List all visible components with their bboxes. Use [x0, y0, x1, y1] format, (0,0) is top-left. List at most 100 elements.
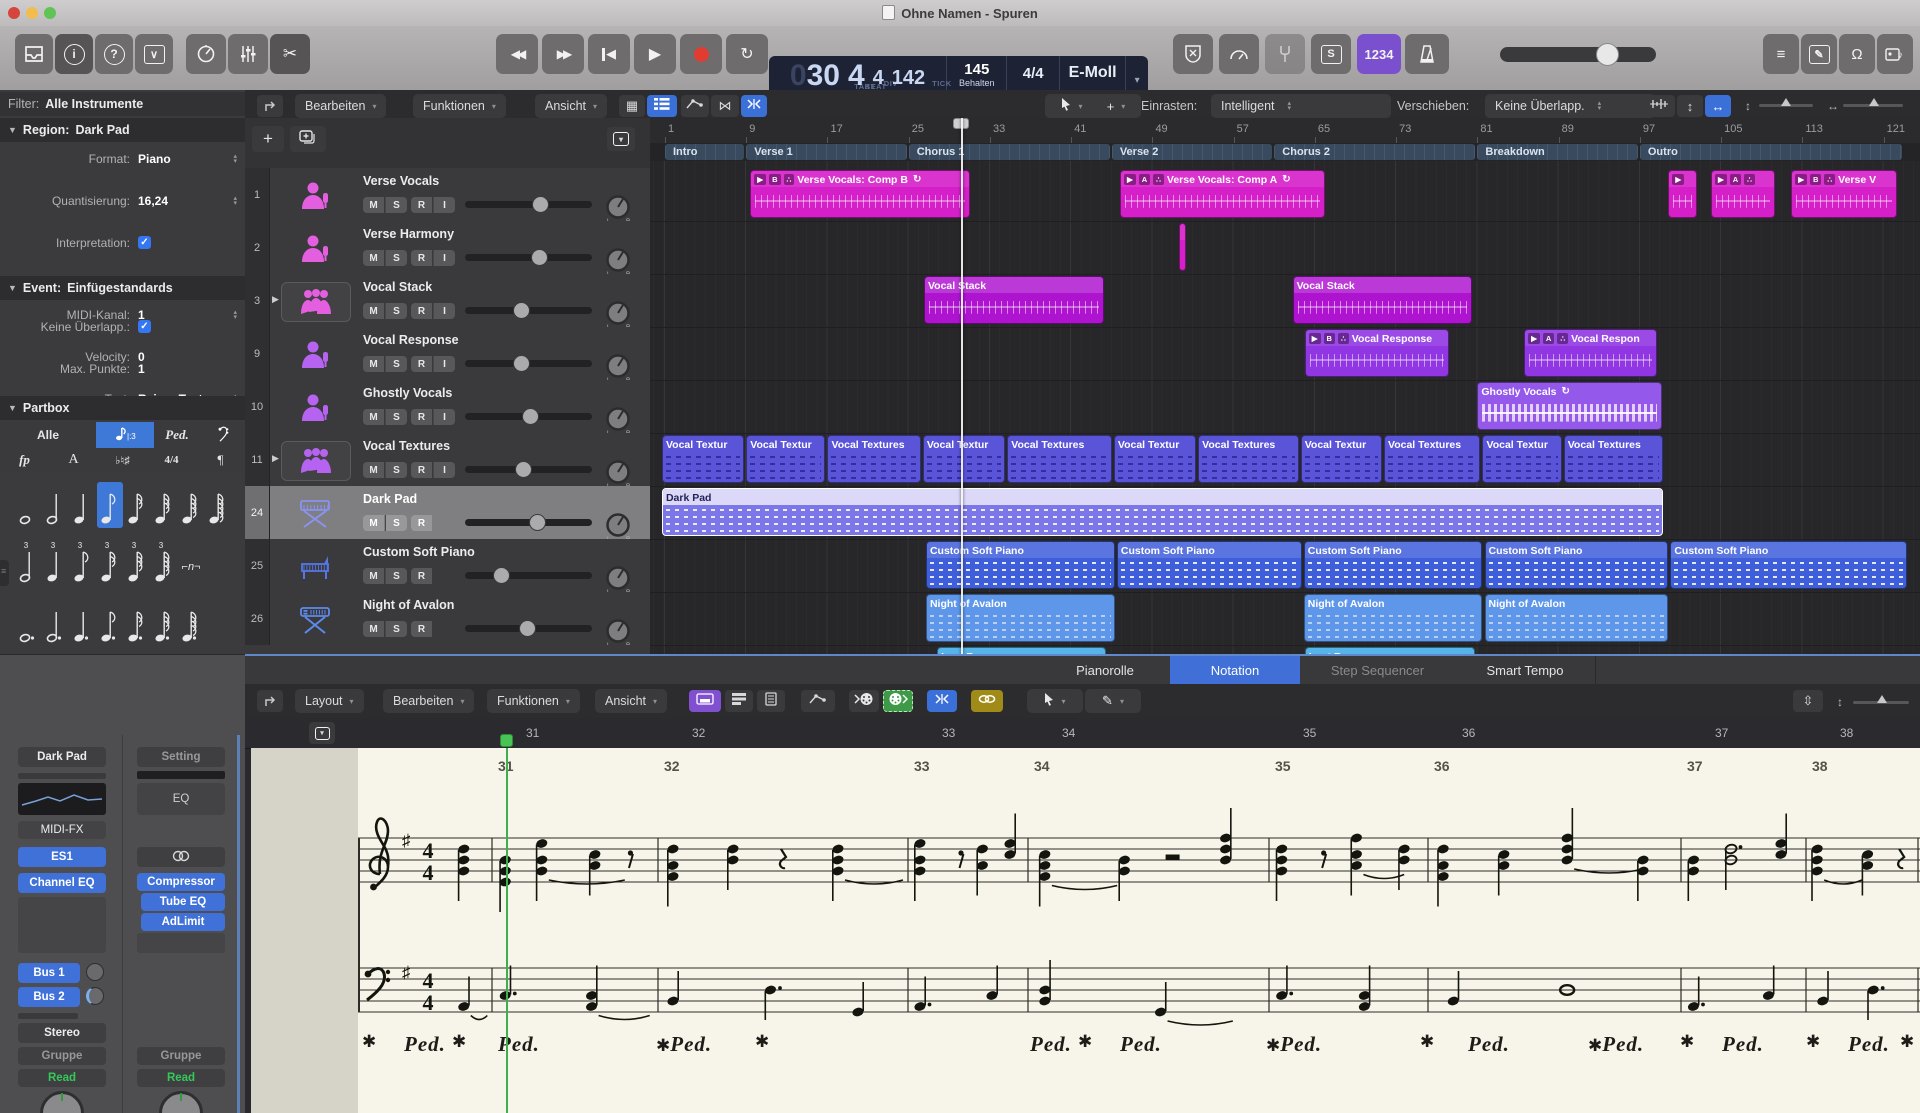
duplicate-track-button[interactable] [290, 126, 326, 152]
track-volume-slider[interactable] [465, 572, 592, 579]
track-r-button[interactable]: R [411, 568, 432, 584]
track-r-button[interactable]: R [411, 515, 432, 531]
marker-chorus-2[interactable]: Chorus 2 [1274, 144, 1475, 160]
track-s-button[interactable]: S [385, 356, 407, 372]
go-to-beginning-button[interactable]: ◀ [588, 34, 630, 74]
track-header-25[interactable]: 25Custom Soft PianoMSRLR [245, 539, 650, 593]
region-vocal-textures[interactable]: Vocal Textures [1564, 435, 1664, 483]
panel-resize-grip[interactable] [0, 560, 9, 586]
strip2-fx1[interactable]: Compressor [137, 873, 225, 891]
horizontal-zoom-knob[interactable] [1869, 98, 1879, 106]
partbox-note-cell[interactable]: ⌐n¬ [178, 540, 204, 586]
strip2-eq-slot[interactable]: EQ [137, 783, 225, 815]
solo-button[interactable]: S [1311, 34, 1351, 74]
editor-menu-funktionen[interactable]: Funktionen▾ [487, 689, 580, 713]
inspector-row[interactable]: MIDI-Kanal:1▴▾ [0, 304, 245, 325]
replace-button[interactable] [1173, 34, 1213, 74]
track-volume-slider[interactable] [465, 307, 592, 314]
partbox-note-cell[interactable] [124, 600, 150, 646]
track-name[interactable]: Night of Avalon [363, 598, 454, 612]
metronome-button[interactable] [1405, 34, 1449, 74]
track-s-button[interactable]: S [385, 621, 407, 637]
partbox-tab-accidentals[interactable]: ♭♮♯ [98, 448, 148, 472]
track-name[interactable]: Dark Pad [363, 492, 417, 506]
track-m-button[interactable]: M [363, 568, 384, 584]
strip2-fx2[interactable]: Tube EQ [141, 893, 225, 911]
row-value[interactable]: 16,24 [138, 194, 168, 208]
marker-intro[interactable]: Intro [665, 144, 744, 160]
performance-meter-button[interactable] [1219, 34, 1259, 74]
track-header-11[interactable]: 11▶Vocal TexturesMSRILR [245, 433, 650, 487]
track-volume-knob[interactable] [522, 408, 539, 425]
track-pan-knob[interactable]: LR [603, 406, 633, 436]
notation-score[interactable]: ♯♯4444 3132333435363738 ✱Ped.✱Ped.✱Ped.✱… [358, 748, 1920, 1113]
partbox-section-header[interactable]: ▼Partbox [0, 396, 261, 420]
track-header-26[interactable]: 26Night of AvalonMSRLR [245, 592, 650, 646]
secondary-tool-menu[interactable]: +▾ [1091, 94, 1141, 118]
partbox-note-cell[interactable] [205, 482, 231, 528]
track-i-button[interactable]: I [433, 303, 455, 319]
track-volume-knob[interactable] [519, 620, 536, 637]
track-volume-knob[interactable] [513, 355, 530, 372]
region-custom-soft-piano[interactable]: Custom Soft Piano [1304, 541, 1483, 589]
partbox-tab-text[interactable]: A [49, 448, 99, 472]
add-track-button[interactable]: + [252, 126, 284, 152]
strip2-format-button[interactable] [137, 847, 225, 867]
track-m-button[interactable]: M [363, 250, 384, 266]
region-badge[interactable]: ▶ [1309, 333, 1321, 344]
editor-automation-button[interactable] [801, 690, 835, 712]
track-volume-slider[interactable] [465, 519, 592, 526]
notation-inspector-button[interactable]: ▾ [309, 722, 335, 744]
track-s-button[interactable]: S [385, 303, 407, 319]
track-pan-knob[interactable]: LR [603, 194, 633, 224]
partbox-note-cell[interactable] [97, 600, 123, 646]
track-pan-knob[interactable]: LR [603, 300, 633, 330]
region-badge[interactable]: B [769, 174, 780, 185]
media-browser-button[interactable]: ♪ [1877, 34, 1913, 74]
region-custom-soft-piano[interactable]: Custom Soft Piano [926, 541, 1115, 589]
event-section-header[interactable]: ▼Event:Einfügestandards [0, 276, 261, 300]
menu-funktionen[interactable]: Funktionen▾ [413, 94, 506, 118]
track-m-button[interactable]: M [363, 621, 384, 637]
filter-row[interactable]: Filter:Alle Instrumente [0, 92, 261, 116]
region-badge[interactable]: ∴ [1153, 174, 1164, 185]
partbox-note-cell[interactable] [151, 600, 177, 646]
track-m-button[interactable]: M [363, 303, 384, 319]
track-i-button[interactable]: I [433, 250, 455, 266]
region-vocal-response[interactable]: ▶B∴Vocal Response [1305, 329, 1449, 377]
strip2-pan-knob[interactable] [159, 1091, 203, 1113]
track-name[interactable]: Custom Soft Piano [363, 545, 475, 559]
track-pan-knob[interactable]: LR [603, 247, 633, 277]
region-badge[interactable]: B [1810, 174, 1821, 185]
region-badge[interactable]: A [1730, 174, 1741, 185]
horizontal-zoom-slider[interactable] [1843, 104, 1903, 107]
track-pan-knob[interactable]: LR [603, 618, 633, 648]
region-vocal-textur[interactable]: Vocal Textur [1301, 435, 1382, 483]
instrument-slot[interactable]: ES1 [18, 847, 106, 867]
partbox-tab-timesig[interactable]: 4/4 [147, 448, 197, 472]
track-volume-knob[interactable] [531, 249, 548, 266]
track-m-button[interactable]: M [363, 462, 384, 478]
region-vocal-textur[interactable]: Vocal Textur [1482, 435, 1561, 483]
disclosure-triangle-icon[interactable]: ▶ [272, 294, 279, 305]
vertical-auto-zoom-button[interactable]: ↕ [1677, 95, 1703, 117]
playhead[interactable] [961, 118, 963, 656]
region-verse-v[interactable]: ▶B∴Verse V [1791, 170, 1897, 218]
region-night-of-avalon[interactable]: Night of Avalon [926, 594, 1115, 642]
region-vocal-textures[interactable]: Vocal Textures [1384, 435, 1481, 483]
track-lanes[interactable]: ▶B∴Verse Vocals: Comp B↻▶A∴Verse Vocals:… [650, 161, 1920, 656]
track-i-button[interactable]: I [433, 197, 455, 213]
partbox-note-cell[interactable] [43, 482, 69, 528]
track-s-button[interactable]: S [385, 515, 407, 531]
region-badge[interactable]: ∴ [1557, 333, 1568, 344]
vertical-zoom-knob[interactable] [1781, 98, 1791, 106]
track-volume-slider[interactable] [465, 466, 592, 473]
strip2-group-slot[interactable]: Gruppe [137, 1047, 225, 1065]
partbox-note-cell[interactable] [151, 482, 177, 528]
horizontal-auto-zoom-button[interactable]: ↔ [1705, 95, 1731, 117]
back-button[interactable] [257, 95, 283, 117]
track-volume-knob[interactable] [515, 461, 532, 478]
partbox-note-cell[interactable] [178, 482, 204, 528]
track-name[interactable]: Vocal Stack [363, 280, 432, 294]
partbox-note-cell[interactable] [16, 600, 42, 646]
